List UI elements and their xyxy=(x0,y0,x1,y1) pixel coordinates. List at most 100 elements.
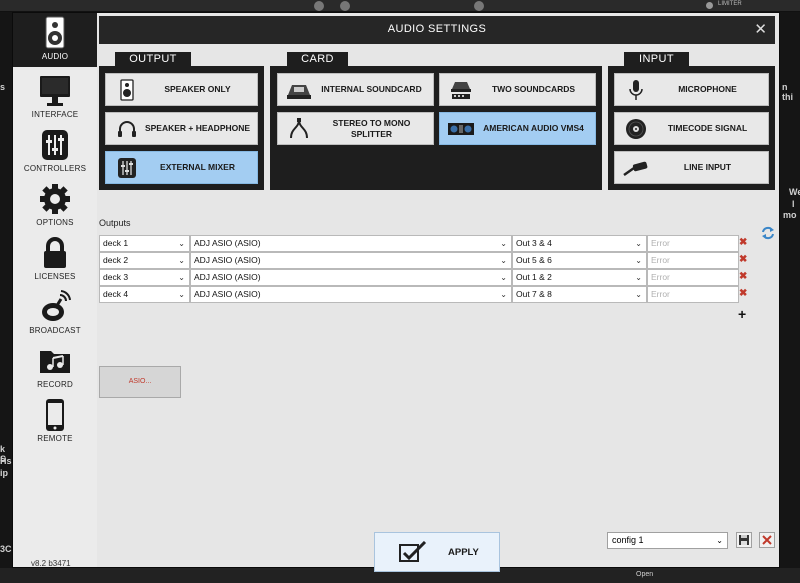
vinyl-icon xyxy=(626,119,646,139)
option-label: STEREO TO MONO SPLITTER xyxy=(332,117,411,139)
option-label: SPEAKER + HEADPHONE xyxy=(144,123,251,133)
american-audio-vms4-button[interactable]: AMERICAN AUDIO VMS4 xyxy=(439,112,596,145)
two-soundcards-icon xyxy=(451,82,471,99)
chevron-down-icon: ⌄ xyxy=(500,273,507,282)
background-peek-text: Open xyxy=(636,571,654,578)
background-knob xyxy=(314,1,324,11)
input-panel: MICROPHONE TIMECODE SIGNAL LINE INPUT xyxy=(608,66,775,190)
background-peek-text: mo xyxy=(783,210,797,220)
speaker-only-button[interactable]: SPEAKER ONLY xyxy=(105,73,258,106)
microphone-button[interactable]: MICROPHONE xyxy=(614,73,769,106)
sidebar-item-remote[interactable]: REMOTE xyxy=(13,395,97,449)
chevron-down-icon: ⌄ xyxy=(635,290,642,299)
background-knob xyxy=(474,1,484,11)
timecode-signal-button[interactable]: TIMECODE SIGNAL xyxy=(614,112,769,145)
sidebar-item-broadcast[interactable]: BROADCAST xyxy=(13,287,97,341)
delete-row-icon[interactable]: ✖ xyxy=(739,254,747,265)
dialog-title-bar: AUDIO SETTINGS ✕ xyxy=(99,16,775,44)
sidebar-item-label: OPTIONS xyxy=(36,218,74,227)
deck-select[interactable]: deck 3 ⌄ xyxy=(99,269,190,286)
close-icon[interactable]: ✕ xyxy=(754,20,767,38)
background-app-left: s k S Hs ip 3C xyxy=(0,12,12,583)
card-section-tab: CARD xyxy=(287,52,348,66)
background-peek-text: 3C xyxy=(0,544,12,554)
chevron-down-icon: ⌄ xyxy=(178,290,185,299)
deck-select[interactable]: deck 2 ⌄ xyxy=(99,252,190,269)
add-output-button[interactable]: + xyxy=(738,306,746,322)
stereo-to-mono-splitter-button[interactable]: STEREO TO MONO SPLITTER xyxy=(277,112,434,145)
card-panel: INTERNAL SOUNDCARD TWO SOUNDCARDS STEREO… xyxy=(270,66,602,190)
status-field[interactable]: Error xyxy=(647,252,739,269)
sidebar-item-interface[interactable]: INTERFACE xyxy=(13,71,97,125)
sidebar-item-label: INTERFACE xyxy=(31,110,79,119)
external-mixer-button[interactable]: EXTERNAL MIXER xyxy=(105,151,258,184)
status-field[interactable]: Error xyxy=(647,286,739,303)
broadcast-icon xyxy=(42,290,71,321)
speaker-icon xyxy=(45,16,65,49)
deck-select[interactable]: deck 4 ⌄ xyxy=(99,286,190,303)
status-field[interactable]: Error xyxy=(647,269,739,286)
internal-soundcard-button[interactable]: INTERNAL SOUNDCARD xyxy=(277,73,434,106)
delete-config-button[interactable] xyxy=(759,532,775,548)
option-label: TIMECODE SIGNAL xyxy=(667,123,748,133)
delete-row-icon[interactable]: ✖ xyxy=(739,288,747,299)
chevron-down-icon: ⌄ xyxy=(500,290,507,299)
background-peek-text: Hs xyxy=(0,456,12,466)
chevron-down-icon: ⌄ xyxy=(178,273,185,282)
sidebar-item-label: BROADCAST xyxy=(29,326,81,335)
option-label: EXTERNAL MIXER xyxy=(160,162,235,172)
device-select[interactable]: ADJ ASIO (ASIO) ⌄ xyxy=(190,286,512,303)
limiter-label: LIMITER xyxy=(718,1,742,7)
status-field[interactable]: Error xyxy=(647,235,739,252)
splitter-cable-icon xyxy=(290,118,308,139)
channel-select[interactable]: Out 1 & 2 ⌄ xyxy=(512,269,647,286)
speaker-headphone-button[interactable]: SPEAKER + HEADPHONE xyxy=(105,112,258,145)
save-icon xyxy=(739,535,749,545)
audio-settings-dialog: AUDIO INTERFACE CONTROLLERS OPTIONS LICE… xyxy=(12,12,780,572)
chevron-down-icon: ⌄ xyxy=(635,273,642,282)
asio-config-button[interactable]: ASIO... xyxy=(99,366,181,398)
chevron-down-icon: ⌄ xyxy=(500,256,507,265)
device-select[interactable]: ADJ ASIO (ASIO) ⌄ xyxy=(190,269,512,286)
settings-sidebar: AUDIO INTERFACE CONTROLLERS OPTIONS LICE… xyxy=(13,13,97,568)
background-peek-text: We xyxy=(789,187,800,197)
lock-icon xyxy=(44,237,66,268)
sidebar-item-record[interactable]: RECORD xyxy=(13,341,97,395)
deck-select[interactable]: deck 1 ⌄ xyxy=(99,235,190,252)
output-section-tab: OUTPUT xyxy=(115,52,191,66)
background-peek-text: l xyxy=(792,199,795,209)
gear-icon xyxy=(40,184,70,214)
channel-select[interactable]: Out 5 & 6 ⌄ xyxy=(512,252,647,269)
config-select[interactable]: config 1 ⌄ xyxy=(607,532,728,549)
sidebar-item-audio[interactable]: AUDIO xyxy=(13,13,97,67)
two-soundcards-button[interactable]: TWO SOUNDCARDS xyxy=(439,73,596,106)
sidebar-item-label: LICENSES xyxy=(34,272,76,281)
cable-plug-icon xyxy=(623,161,648,177)
sidebar-item-controllers[interactable]: CONTROLLERS xyxy=(13,125,97,179)
delete-row-icon[interactable]: ✖ xyxy=(739,237,747,248)
background-peek-text: ip xyxy=(0,468,8,478)
controller-device-icon xyxy=(448,123,474,135)
apply-label: APPLY xyxy=(448,547,479,558)
chevron-down-icon: ⌄ xyxy=(635,239,642,248)
sidebar-item-options[interactable]: OPTIONS xyxy=(13,179,97,233)
device-select[interactable]: ADJ ASIO (ASIO) ⌄ xyxy=(190,235,512,252)
mixer-icon xyxy=(118,158,136,178)
sidebar-item-label: RECORD xyxy=(37,380,73,389)
apply-button[interactable]: APPLY xyxy=(374,532,500,572)
channel-select[interactable]: Out 7 & 8 ⌄ xyxy=(512,286,647,303)
option-label: AMERICAN AUDIO VMS4 xyxy=(483,123,584,133)
outputs-label: Outputs xyxy=(99,218,131,228)
device-select[interactable]: ADJ ASIO (ASIO) ⌄ xyxy=(190,252,512,269)
save-config-button[interactable] xyxy=(736,532,752,548)
channel-select[interactable]: Out 3 & 4 ⌄ xyxy=(512,235,647,252)
sidebar-item-label: REMOTE xyxy=(37,434,73,443)
table-row: deck 2 ⌄ ADJ ASIO (ASIO) ⌄ Out 5 & 6 ⌄ Erro… xyxy=(99,252,764,269)
option-label: INTERNAL SOUNDCARD xyxy=(321,84,422,94)
sidebar-item-licenses[interactable]: LICENSES xyxy=(13,233,97,287)
delete-row-icon[interactable]: ✖ xyxy=(739,271,747,282)
line-input-button[interactable]: LINE INPUT xyxy=(614,151,769,184)
sidebar-item-label: CONTROLLERS xyxy=(23,164,87,173)
monitor-icon xyxy=(40,76,70,106)
chevron-down-icon: ⌄ xyxy=(500,239,507,248)
